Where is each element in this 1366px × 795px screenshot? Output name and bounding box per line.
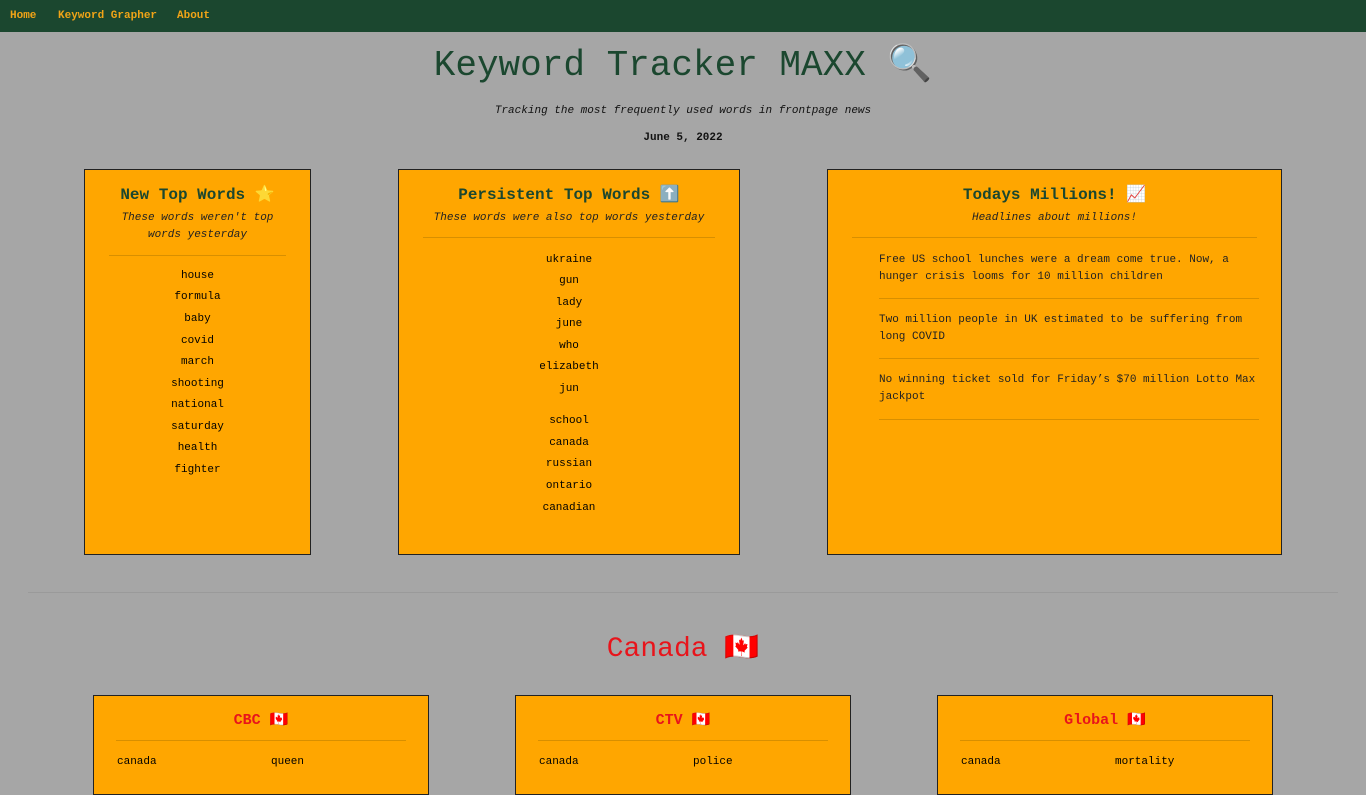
divider: [852, 237, 1257, 238]
keyword-item: police: [693, 756, 733, 768]
section-divider: [28, 592, 1338, 593]
nav-about-link[interactable]: About: [177, 10, 210, 22]
keyword-item: saturday: [171, 421, 224, 433]
divider: [423, 237, 715, 238]
keyword-item: canadian: [542, 502, 596, 514]
keyword-item: shooting: [171, 378, 224, 390]
source-title: CTV 🇨🇦: [655, 712, 711, 729]
source-card-global: Global 🇨🇦 canada mortality: [937, 695, 1273, 795]
keyword-item: who: [559, 340, 579, 352]
keyword-item: covid: [180, 335, 214, 347]
page-subtitle: Tracking the most frequently used words …: [494, 105, 872, 117]
persistent-top-words-subtitle: These words were also top words yesterda…: [433, 212, 705, 224]
source-card-cbc: CBC 🇨🇦 canada queen: [93, 695, 429, 795]
keyword-item: jun: [559, 383, 579, 395]
keyword-item: mortality: [1115, 756, 1175, 768]
keyword-item: canada: [549, 437, 589, 449]
persistent-top-words-title: Persistent Top Words ⬆️: [458, 186, 680, 204]
divider: [879, 358, 1259, 359]
keyword-item: ukraine: [545, 254, 593, 266]
nav-home-link[interactable]: Home: [10, 10, 36, 22]
todays-millions-subtitle: Headlines about millions!: [971, 212, 1138, 224]
keyword-item: canada: [539, 756, 579, 768]
divider: [116, 740, 406, 741]
new-top-words-card: New Top Words ⭐ These words weren't top …: [84, 169, 311, 555]
page-title: Keyword Tracker MAXX 🔍: [433, 45, 933, 86]
source-title: CBC 🇨🇦: [233, 712, 289, 729]
persistent-top-words-card: Persistent Top Words ⬆️ These words were…: [398, 169, 740, 555]
keyword-item: health: [177, 442, 218, 454]
keyword-item: house: [180, 270, 214, 282]
divider: [109, 255, 286, 256]
navbar: Home Keyword Grapher About: [0, 0, 1366, 32]
keyword-item: lady: [555, 297, 583, 309]
divider: [879, 298, 1259, 299]
headline-item[interactable]: Two million people in UK estimated to be…: [879, 312, 1259, 345]
todays-millions-title: Todays Millions! 📈: [962, 186, 1147, 204]
keyword-item: canada: [961, 756, 1001, 768]
headline-item[interactable]: No winning ticket sold for Friday’s $70 …: [879, 372, 1259, 405]
keyword-item: baby: [184, 313, 211, 325]
keyword-item: gun: [559, 275, 579, 287]
keyword-item: march: [180, 356, 214, 368]
country-title: Canada 🇨🇦: [606, 634, 760, 665]
keyword-item: school: [549, 415, 589, 427]
source-title: Global 🇨🇦: [1064, 712, 1146, 729]
keyword-item: canada: [117, 756, 157, 768]
keyword-item: elizabeth: [539, 361, 599, 373]
keyword-item: russian: [545, 458, 593, 470]
keyword-item: fighter: [174, 464, 221, 476]
keyword-item: june: [555, 318, 583, 330]
keyword-item: formula: [174, 291, 221, 303]
new-top-words-title: New Top Words ⭐: [120, 186, 275, 204]
page-date: June 5, 2022: [643, 132, 723, 144]
keyword-item: queen: [271, 756, 305, 768]
keyword-item: national: [171, 399, 224, 411]
source-card-ctv: CTV 🇨🇦 canada police: [515, 695, 851, 795]
divider: [538, 740, 828, 741]
divider: [879, 419, 1259, 420]
divider: [960, 740, 1250, 741]
keyword-item: ontario: [545, 480, 593, 492]
nav-keyword-grapher-link[interactable]: Keyword Grapher: [58, 10, 157, 22]
todays-millions-card: Todays Millions! 📈 Headlines about milli…: [827, 169, 1282, 555]
new-top-words-subtitle: These words weren't top words yesterday: [121, 212, 274, 241]
headline-item[interactable]: Free US school lunches were a dream come…: [879, 252, 1259, 285]
